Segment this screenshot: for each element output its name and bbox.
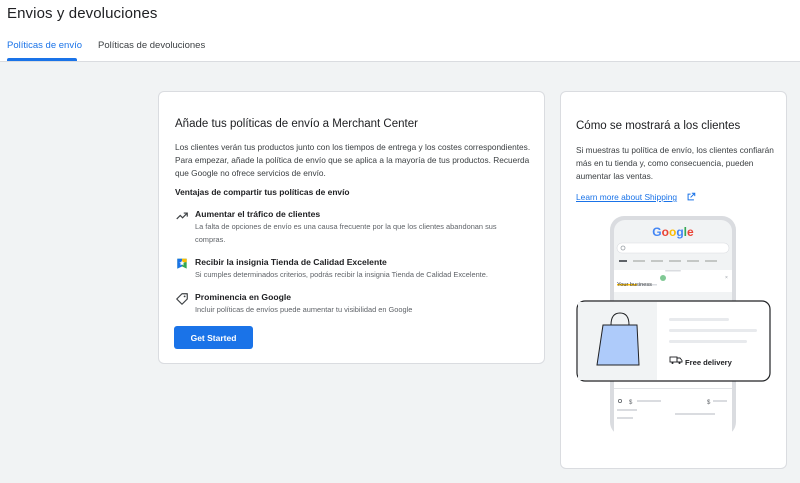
benefit-title: Recibir la insignia Tienda de Calidad Ex… — [195, 257, 387, 267]
get-started-button[interactable]: Get Started — [174, 326, 253, 349]
card-title: Añade tus políticas de envío a Merchant … — [175, 118, 418, 130]
active-tab-indicator — [7, 58, 77, 61]
benefit-description: Si cumples determinados criterios, podrá… — [195, 270, 488, 279]
benefit-title: Prominencia en Google — [195, 292, 291, 302]
free-delivery-label: Free delivery — [685, 358, 732, 367]
benefit-title: Aumentar el tráfico de clientes — [195, 209, 321, 219]
preview-card: Cómo se mostrará a los clientes Si muest… — [560, 91, 787, 469]
benefits-heading: Ventajas de compartir tus políticas de e… — [175, 187, 350, 197]
svg-text:×: × — [725, 275, 728, 281]
google-logo: Google — [652, 225, 694, 239]
preview-title: Cómo se mostrará a los clientes — [576, 120, 741, 132]
header-bar: Envios y devoluciones Políticas de envío… — [0, 0, 800, 62]
card-description: Los clientes verán tus productos junto c… — [175, 142, 531, 178]
tab-return-policies[interactable]: Políticas de devoluciones — [98, 40, 205, 51]
shipping-policy-card: Añade tus políticas de envío a Merchant … — [158, 91, 545, 364]
business-label: Your business — [617, 282, 652, 288]
preview-description: Si muestras tu política de envío, los cl… — [576, 145, 774, 181]
benefit-description: La falta de opciones de envío es una cau… — [195, 222, 497, 244]
badge-icon — [177, 258, 187, 269]
tag-icon — [176, 293, 188, 305]
external-link-icon[interactable] — [686, 192, 696, 202]
shipping-preview-illustration: Google × $ $ — [576, 216, 771, 436]
tab-shipping-policies[interactable]: Políticas de envío — [7, 40, 82, 51]
trending-up-icon — [176, 212, 188, 220]
learn-more-shipping-link[interactable]: Learn more about Shipping — [576, 192, 677, 202]
benefit-description: Incluir políticas de envíos puede aument… — [195, 305, 413, 314]
page-title: Envios y devoluciones — [7, 5, 158, 22]
